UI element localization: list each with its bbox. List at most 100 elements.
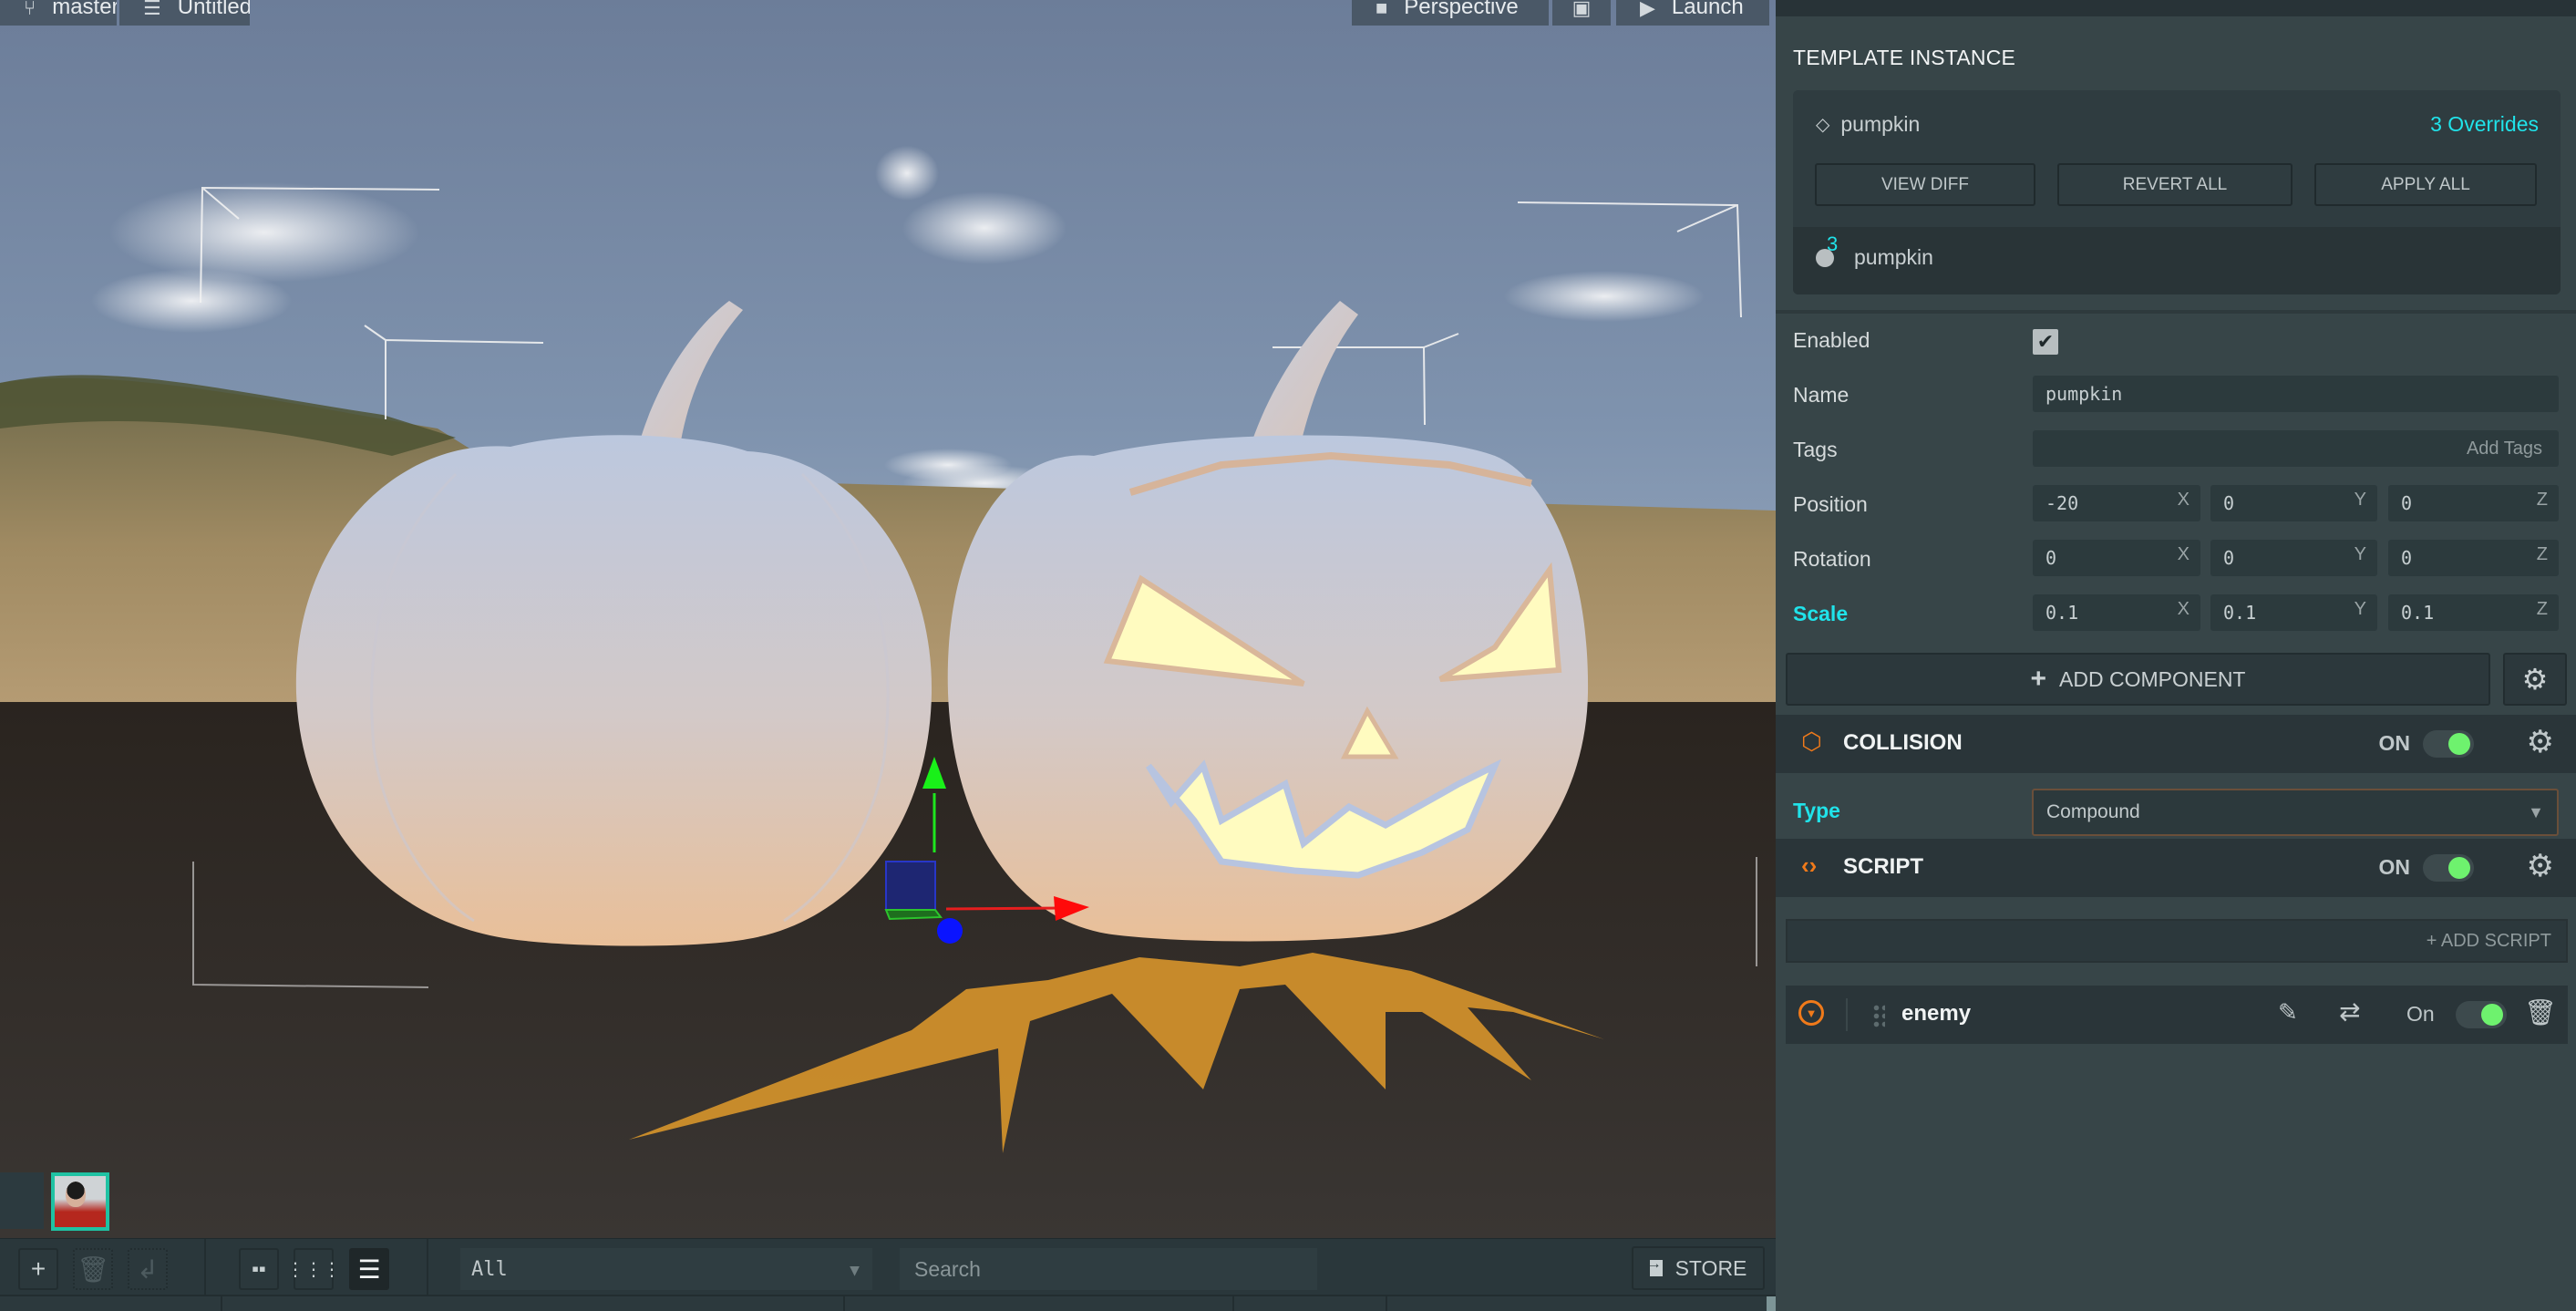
add-component-button[interactable]: + ADD COMPONENT <box>1786 653 2490 706</box>
revert-all-button[interactable]: REVERT ALL <box>2057 163 2293 206</box>
axis-z-label: Z <box>2536 490 2548 510</box>
add-component-label: ADD COMPONENT <box>2059 666 2246 691</box>
collision-type-select[interactable]: Compound ▼ <box>2032 789 2559 836</box>
position-z-input[interactable]: 0Z <box>2388 485 2559 521</box>
fullscreen-icon: ▣ <box>1571 0 1592 19</box>
avatar-image <box>55 1176 106 1227</box>
plus-icon: + <box>30 1254 46 1283</box>
position-x-input[interactable]: -20 X <box>2033 485 2200 521</box>
inspector-header-bar <box>1776 0 2576 16</box>
toolbar-divider <box>427 1239 428 1296</box>
component-settings-button[interactable]: ⚙ <box>2503 653 2567 706</box>
viewport-3d[interactable]: ⑂ master ☰ Untitled ■ Perspective ▣ ▶ La… <box>0 0 1776 1238</box>
delete-asset-button[interactable]: 🗑 <box>73 1248 113 1290</box>
view-small-grid-button[interactable]: ⋮⋮⋮ <box>286 1248 341 1290</box>
checkmark-icon: ✔ <box>2036 330 2055 353</box>
toggle-knob <box>2448 857 2470 879</box>
store-icon <box>1647 1256 1663 1276</box>
axis-x-label: X <box>2177 599 2190 619</box>
rotation-y-value: 0 <box>2223 547 2235 569</box>
asset-filter-select[interactable]: All ▼ <box>460 1248 872 1290</box>
position-z-value: 0 <box>2401 492 2413 514</box>
scale-x-input[interactable]: 0.1 X <box>2033 594 2200 631</box>
apply-all-button[interactable]: APPLY ALL <box>2314 163 2537 206</box>
collapse-chevron-icon[interactable]: ▼ <box>1798 1000 1824 1026</box>
overrides-count-link[interactable]: 3 Overrides <box>2430 112 2539 137</box>
name-input[interactable]: pumpkin <box>2033 376 2559 412</box>
camera-select-button[interactable]: ■ Perspective <box>1352 0 1549 26</box>
gear-icon: ⚙ <box>2521 663 2549 696</box>
scale-label: Scale <box>1793 602 1849 625</box>
position-x-value: -20 <box>2045 492 2079 514</box>
scene-render[interactable] <box>0 0 1776 1238</box>
swap-icon[interactable]: ⇄ <box>2339 996 2360 1027</box>
script-toggle[interactable] <box>2423 854 2474 882</box>
script-entry-state: On <box>2406 1002 2435 1026</box>
position-label: Position <box>1793 492 1868 516</box>
edit-icon[interactable]: ✎ <box>2278 998 2298 1027</box>
scale-y-input[interactable]: 0.1 Y <box>2210 594 2377 631</box>
tags-input[interactable]: Add Tags <box>2033 430 2559 467</box>
view-diff-button[interactable]: VIEW DIFF <box>1815 163 2035 206</box>
drag-handle-icon[interactable] <box>1872 1004 1885 1027</box>
toggle-knob <box>2448 733 2470 755</box>
script-component-header[interactable]: ‹› SCRIPT ON ⚙ <box>1776 839 2576 897</box>
template-diamond-icon: ◇ <box>1816 115 1830 135</box>
store-button[interactable]: STORE <box>1632 1246 1765 1290</box>
store-label: STORE <box>1674 1255 1747 1280</box>
cube-icon: ⬡ <box>1801 728 1822 755</box>
axis-y-label: Y <box>2354 490 2366 510</box>
add-asset-button[interactable]: + <box>18 1248 58 1290</box>
collision-component-header[interactable]: ⬡ COLLISION ON ⚙ <box>1776 715 2576 773</box>
axis-y-label: Y <box>2354 599 2366 619</box>
toolbar-divider <box>204 1239 206 1296</box>
chevron-down-icon: ▼ <box>850 1261 860 1280</box>
asset-scrollbar[interactable] <box>1767 1296 1776 1311</box>
user-avatar[interactable] <box>51 1172 109 1231</box>
chevron-down-icon: ▼ <box>2528 803 2544 821</box>
collision-type-label: Type <box>1793 799 1840 822</box>
rotation-x-input[interactable]: 0X <box>2033 540 2200 576</box>
scale-y-value: 0.1 <box>2223 602 2257 624</box>
asset-filter-value: All <box>471 1257 508 1281</box>
left-panel-collapsed[interactable] <box>0 1172 44 1229</box>
enabled-label: Enabled <box>1793 328 1870 352</box>
column-divider <box>1232 1296 1234 1311</box>
script-gear-icon[interactable]: ⚙ <box>2527 848 2554 884</box>
add-script-input[interactable]: + ADD SCRIPT <box>1786 919 2568 963</box>
back-asset-button[interactable]: ↲ <box>128 1248 168 1290</box>
script-entry[interactable]: ▼ enemy ✎ ⇄ On 🗑 <box>1786 986 2568 1044</box>
trash-icon[interactable]: 🗑 <box>2524 997 2557 1027</box>
section-title: TEMPLATE INSTANCE <box>1793 46 2016 69</box>
axis-z-label: Z <box>2536 544 2548 564</box>
asset-search-input[interactable] <box>900 1248 1317 1290</box>
view-large-grid-button[interactable]: ▪▪ <box>239 1248 279 1290</box>
scene-button[interactable]: ☰ Untitled <box>119 0 250 26</box>
launch-button[interactable]: ▶ Launch <box>1616 0 1769 26</box>
list-icon: ☰ <box>143 0 161 19</box>
plus-icon: + <box>2030 664 2047 694</box>
template-asset[interactable]: ◇ pumpkin <box>1816 112 1920 137</box>
view-list-button[interactable]: ☰ <box>349 1248 389 1290</box>
enabled-checkbox[interactable]: ✔ <box>2033 329 2058 355</box>
list-view-icon: ☰ <box>357 1254 381 1284</box>
template-name: pumpkin <box>1840 112 1921 136</box>
camera-icon: ■ <box>1376 0 1388 19</box>
fullscreen-button[interactable]: ▣ <box>1552 0 1611 26</box>
branch-button[interactable]: ⑂ master <box>0 0 117 26</box>
collision-type-value: Compound <box>2046 801 2140 822</box>
column-divider <box>221 1296 222 1311</box>
scale-z-input[interactable]: 0.1 Z <box>2388 594 2559 631</box>
rotation-z-input[interactable]: 0Z <box>2388 540 2559 576</box>
script-entry-toggle[interactable] <box>2456 1001 2507 1028</box>
small-grid-icon: ⋮⋮⋮ <box>286 1259 341 1280</box>
collision-toggle[interactable] <box>2423 730 2474 758</box>
rotation-y-input[interactable]: 0Y <box>2210 540 2377 576</box>
collision-gear-icon[interactable]: ⚙ <box>2527 724 2554 760</box>
rotation-x-value: 0 <box>2045 547 2057 569</box>
template-instance-card: ◇ pumpkin 3 Overrides VIEW DIFF REVERT A… <box>1793 90 2561 294</box>
axis-x-label: X <box>2177 490 2190 510</box>
override-entity-row[interactable]: 3 pumpkin <box>1793 227 2561 294</box>
play-icon: ▶ <box>1640 0 1655 19</box>
position-y-input[interactable]: 0Y <box>2210 485 2377 521</box>
